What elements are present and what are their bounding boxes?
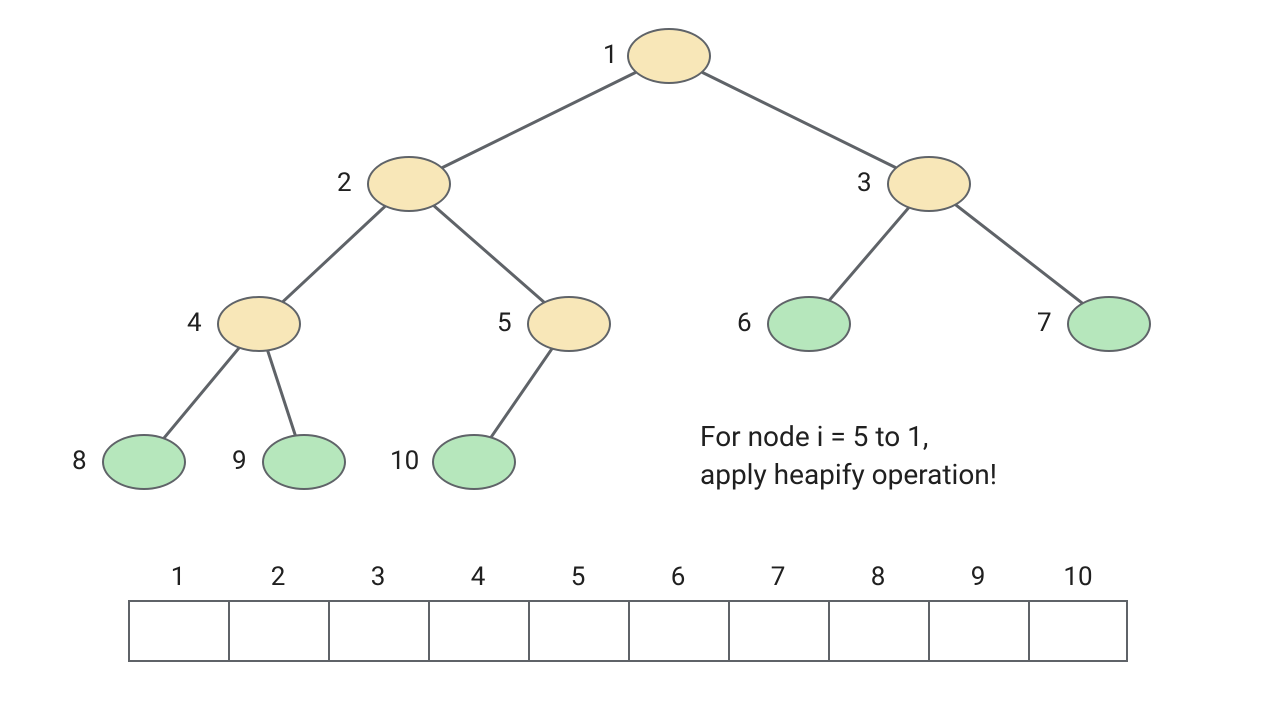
- array-cells-row: [128, 600, 1128, 662]
- tree-edge: [956, 205, 1081, 302]
- array-index-2: 2: [228, 562, 328, 592]
- tree-node-label-2: 2: [337, 168, 352, 198]
- array-cell-1: [128, 600, 228, 662]
- tree-node-5: [527, 296, 611, 352]
- array-index-6: 6: [628, 562, 728, 592]
- tree-edge: [268, 351, 295, 434]
- tree-node-label-10: 10: [390, 446, 419, 476]
- array-cell-7: [728, 600, 828, 662]
- tree-edge: [164, 348, 238, 437]
- array-cell-3: [328, 600, 428, 662]
- tree-edge: [830, 208, 908, 299]
- tree-node-4: [217, 296, 301, 352]
- array-index-10: 10: [1028, 562, 1128, 592]
- tree-edge: [703, 73, 895, 168]
- tree-node-label-4: 4: [187, 308, 202, 338]
- array-cell-9: [928, 600, 1028, 662]
- caption-line-2: apply heapify operation!: [700, 458, 997, 491]
- tree-node-label-3: 3: [857, 168, 872, 198]
- array-cell-5: [528, 600, 628, 662]
- array-indices-row: 12345678910: [128, 562, 1128, 592]
- array-cell-10: [1028, 600, 1128, 662]
- tree-edge: [492, 349, 552, 436]
- caption-text: For node i = 5 to 1, apply heapify opera…: [700, 418, 997, 494]
- tree-node-7: [1067, 296, 1151, 352]
- tree-node-label-7: 7: [1037, 308, 1052, 338]
- array-index-7: 7: [728, 562, 828, 592]
- tree-node-10: [432, 434, 516, 490]
- array-index-5: 5: [528, 562, 628, 592]
- array-cell-8: [828, 600, 928, 662]
- tree-node-1: [627, 28, 711, 84]
- tree-edge: [434, 206, 543, 301]
- caption-line-1: For node i = 5 to 1,: [700, 420, 928, 453]
- tree-node-label-6: 6: [737, 308, 752, 338]
- array-index-3: 3: [328, 562, 428, 592]
- tree-node-label-1: 1: [603, 40, 618, 70]
- array-index-8: 8: [828, 562, 928, 592]
- tree-edge: [443, 73, 635, 168]
- array-cell-2: [228, 600, 328, 662]
- tree-node-6: [767, 296, 851, 352]
- tree-node-9: [262, 434, 346, 490]
- array-index-4: 4: [428, 562, 528, 592]
- tree-node-3: [887, 156, 971, 212]
- tree-node-label-8: 8: [72, 446, 87, 476]
- tree-node-2: [367, 156, 451, 212]
- array-index-1: 1: [128, 562, 228, 592]
- array-cell-6: [628, 600, 728, 662]
- tree-node-8: [102, 434, 186, 490]
- diagram-stage: 12345678910 For node i = 5 to 1, apply h…: [0, 0, 1280, 720]
- array-cell-4: [428, 600, 528, 662]
- tree-node-label-5: 5: [497, 308, 512, 338]
- tree-node-label-9: 9: [232, 446, 247, 476]
- array-index-9: 9: [928, 562, 1028, 592]
- tree-edge: [283, 207, 384, 301]
